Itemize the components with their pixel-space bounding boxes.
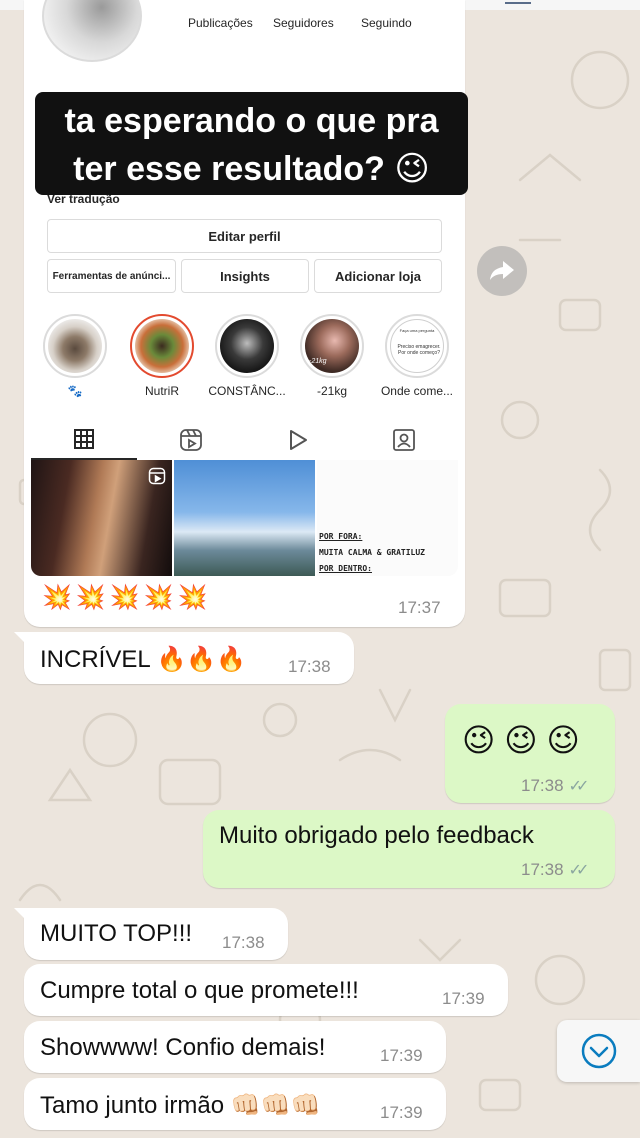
reels-tab-icon — [138, 420, 244, 460]
message-text: INCRÍVEL 🔥🔥🔥 — [40, 646, 247, 673]
message-time: 17:39 — [442, 989, 485, 1008]
note-line: POR FORA: — [319, 532, 363, 541]
incoming-message[interactable]: Cumpre total o que promete!!! 17:39 — [24, 964, 508, 1016]
caption-line: ta esperando o que pra — [64, 102, 439, 140]
message-text: MUITO TOP!!! — [40, 920, 193, 947]
instagram-profile-screenshot: Publicações Seguidores Seguindo Ver trad… — [24, 0, 465, 580]
message-text: Cumpre total o que promete!!! — [40, 977, 359, 1004]
video-call-icon[interactable] — [505, 0, 531, 4]
message-text: Muito obrigado pelo feedback — [219, 822, 534, 849]
read-receipt-icon: ✓✓ — [568, 862, 590, 879]
message-time: 17:38 ✓✓ — [521, 776, 590, 796]
incoming-message[interactable]: INCRÍVEL 🔥🔥🔥 17:38 — [14, 632, 354, 684]
highlight-thumb-text: -21kg — [309, 358, 327, 365]
highlight-label: NutriR — [144, 384, 179, 398]
note-line: POR DENTRO: — [319, 564, 372, 573]
highlight-constancia: CONSTÂNC... — [208, 314, 286, 398]
message-time: 17:38 — [222, 933, 265, 952]
message-text: Showwww! Confio demais! — [40, 1034, 326, 1061]
highlight-label: 🐾 — [67, 384, 83, 398]
ad-tools-button: Ferramentas de anúnci... — [47, 259, 176, 293]
reel-icon — [148, 467, 166, 485]
incoming-message[interactable]: Showwww! Confio demais! 17:39 — [24, 1021, 446, 1073]
highlight-onde-comeco: Faça uma pergunta Preciso emagrecer. Por… — [381, 314, 453, 398]
note-line: MUITA CALMA & GRATILUZ — [319, 548, 425, 557]
add-shop-button: Adicionar loja — [314, 259, 442, 293]
posts-stat-label: Publicações — [188, 16, 253, 30]
post-thumbnail — [31, 460, 172, 576]
highlight-thumb-text: Faça uma pergunta — [399, 328, 435, 333]
message-time: 17:39 — [380, 1046, 423, 1065]
message-text: Tamo junto irmão 👊🏻👊🏻👊🏻 — [40, 1092, 321, 1119]
highlight-label: Onde come... — [380, 384, 454, 398]
message-time: 17:38 — [288, 657, 331, 676]
incoming-message[interactable]: Tamo junto irmão 👊🏻👊🏻👊🏻 17:39 — [24, 1078, 446, 1130]
insights-button: Insights — [181, 259, 309, 293]
highlight-thumb-text: Preciso emagrecer. Por onde começo? — [397, 344, 441, 356]
message-time: 17:38 ✓✓ — [521, 860, 590, 880]
highlight-nutrir: NutriR — [129, 314, 195, 398]
reaction-emojis: 💥💥💥💥💥 — [42, 584, 212, 611]
followers-stat-label: Seguidores — [273, 16, 334, 30]
message-time: 17:37 — [398, 598, 441, 617]
video-tab-icon — [245, 420, 351, 460]
incoming-message[interactable]: MUITO TOP!!! 17:38 — [14, 908, 288, 960]
profile-tabs — [31, 420, 458, 460]
image-caption-overlay: ta esperando o que pra ter esse resultad… — [35, 92, 468, 195]
highlight-label: -21kg — [316, 384, 348, 398]
highlight-dog: 🐾 — [42, 314, 108, 398]
profile-avatar — [42, 0, 142, 62]
message-text: 😉 😉 😉 — [462, 722, 580, 758]
highlight-21kg: -21kg -21kg — [299, 314, 365, 398]
highlight-label: CONSTÂNC... — [208, 384, 286, 398]
edit-profile-button: Editar perfil — [47, 219, 442, 253]
post-thumbnail: POR FORA: MUITA CALMA & GRATILUZ POR DEN… — [317, 460, 458, 576]
following-stat-label: Seguindo — [361, 16, 412, 30]
grid-tab-icon — [31, 420, 137, 460]
message-time-value: 17:38 — [521, 776, 564, 795]
scroll-to-bottom-button[interactable] — [557, 1020, 640, 1082]
chevron-down-icon — [581, 1033, 616, 1069]
outgoing-message[interactable]: Muito obrigado pelo feedback 17:38 ✓✓ — [203, 810, 615, 888]
post-thumbnail — [174, 460, 315, 576]
tagged-tab-icon — [351, 420, 457, 460]
outgoing-message[interactable]: 😉 😉 😉 17:38 ✓✓ — [445, 704, 615, 803]
forward-icon[interactable] — [477, 246, 527, 296]
message-time: 17:39 — [380, 1103, 423, 1122]
message-time-value: 17:38 — [521, 860, 564, 879]
caption-line: ter esse resultado? 😉 — [73, 150, 430, 188]
read-receipt-icon: ✓✓ — [568, 778, 590, 795]
